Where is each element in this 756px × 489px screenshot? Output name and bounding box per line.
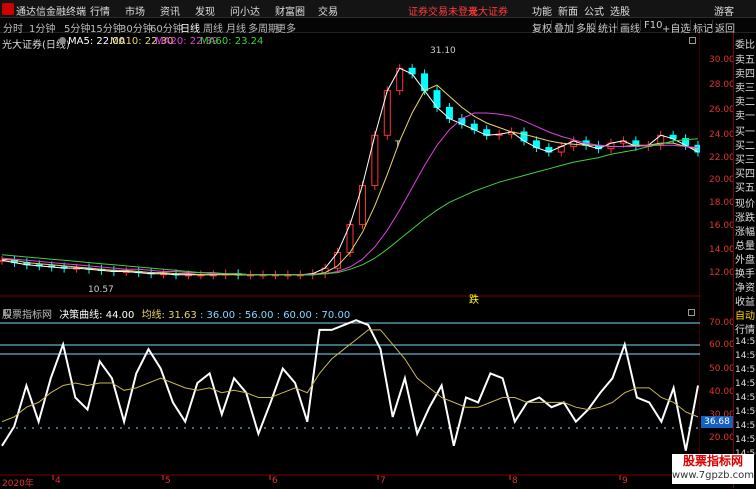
site-watermark: 股票指标网 www.7gpzb.com bbox=[672, 454, 754, 484]
y-tick-label: 24.00 bbox=[709, 130, 735, 140]
panel-label: 买二 bbox=[735, 141, 755, 152]
menu-market[interactable]: 市场 bbox=[125, 3, 145, 18]
panel-label: 净资 bbox=[735, 283, 755, 294]
toolbar-divider bbox=[640, 20, 641, 31]
maximize-icon[interactable] bbox=[689, 37, 696, 44]
ind-y-tick: 70.00 bbox=[709, 318, 735, 328]
back-button[interactable]: 返回 bbox=[715, 20, 735, 35]
period-toolbar: 分时 1分钟 5分钟 15分钟 30分钟 60分钟 日线 周线 月线 多周期 更… bbox=[0, 18, 756, 35]
tick-time: 14:50 bbox=[735, 337, 756, 347]
menu-formula[interactable]: 公式 bbox=[584, 3, 604, 18]
toolbar-divider bbox=[573, 20, 574, 31]
tick-time: 14:50 bbox=[735, 379, 756, 389]
tick-time: 14:50 bbox=[735, 351, 756, 361]
ind-y-tick: 20.00 bbox=[709, 433, 735, 443]
y-tick-label: 22.00 bbox=[709, 153, 735, 163]
chart-settings-icon[interactable] bbox=[59, 37, 66, 44]
menu-new-panel[interactable]: 新面 bbox=[558, 3, 578, 18]
watermark-url: www.7gpzb.com bbox=[672, 470, 754, 481]
menu-stock-picker[interactable]: 选股 bbox=[610, 3, 630, 18]
menu-trade[interactable]: 交易 bbox=[318, 3, 338, 18]
menu-guest[interactable]: 游客 bbox=[714, 3, 734, 18]
panel-label[interactable]: 自动 bbox=[735, 307, 755, 322]
menu-bar: 通达信金融终端 行情 市场 资讯 发现 问小达 财富圈 交易 证券交易未登录 光… bbox=[0, 0, 756, 18]
x-tick-label: 9 bbox=[622, 476, 628, 486]
panel-label: 收益 bbox=[735, 297, 755, 308]
ind-y-tick: 50.00 bbox=[709, 364, 735, 374]
y-tick-label: 26.00 bbox=[709, 105, 735, 115]
menu-ask[interactable]: 问小达 bbox=[230, 3, 260, 18]
panel-label: 卖四 bbox=[735, 69, 755, 80]
fall-signal-label: 跌 bbox=[469, 295, 479, 306]
panel-label: 买三 bbox=[735, 155, 755, 166]
panel-label: 总量 bbox=[735, 241, 755, 252]
panel-label: 卖二 bbox=[735, 97, 755, 108]
toolbar-divider bbox=[617, 20, 618, 31]
tick-time: 14:50 bbox=[735, 435, 756, 445]
y-tick-label: 28.00 bbox=[709, 80, 735, 90]
series-line-决策曲线 bbox=[1, 319, 699, 451]
indicator-name: 决策曲线: 44.00 bbox=[59, 310, 135, 321]
y-tick-label: 16.00 bbox=[709, 221, 735, 231]
menu-news[interactable]: 资讯 bbox=[160, 3, 180, 18]
x-tick-label: 6 bbox=[272, 476, 278, 486]
broker-name[interactable]: 光大证券 bbox=[468, 3, 508, 18]
toolbar-divider bbox=[712, 20, 713, 31]
y-tick-label: 30.00 bbox=[709, 55, 735, 65]
panel-label: 卖一 bbox=[735, 111, 755, 122]
indicator-avg: 均线: 31.63 bbox=[141, 310, 197, 321]
low-price-label: 10.57 bbox=[88, 285, 114, 295]
menu-function[interactable]: 功能 bbox=[532, 3, 552, 18]
ind-y-tick: 40.00 bbox=[709, 387, 735, 397]
tick-time: 14:50 bbox=[735, 407, 756, 417]
app-title: 通达信金融终端 bbox=[16, 7, 86, 18]
quote-panel: 委比 卖五 卖四 卖三 卖二 卖一 买一 买二 买三 买四 买五 现价 涨跌 涨… bbox=[733, 33, 756, 488]
panel-label: 买五 bbox=[735, 183, 755, 194]
toolbar-divider bbox=[595, 20, 596, 31]
indicator-levels: : 36.00 : 56.00 : 60.00 : 70.00 bbox=[199, 310, 351, 321]
x-tick-label: 4 bbox=[55, 476, 61, 486]
f10-button[interactable]: F10 bbox=[644, 20, 662, 31]
high-price-label: 31.10 bbox=[430, 46, 456, 56]
menu-discover[interactable]: 发现 bbox=[195, 3, 215, 18]
panel-label: 委比 bbox=[735, 40, 755, 51]
panel-label: 外盘 bbox=[735, 255, 755, 266]
x-tick-label: 7 bbox=[380, 476, 386, 486]
panel-label: 卖五 bbox=[735, 55, 755, 66]
y-tick-label: 18.00 bbox=[709, 198, 735, 208]
app-logo-icon bbox=[2, 3, 14, 15]
menu-quotes[interactable]: 行情 bbox=[90, 3, 110, 18]
y-tick-label: 14.00 bbox=[709, 245, 735, 255]
x-tick-label: 8 bbox=[512, 476, 518, 486]
t-marker: T bbox=[395, 140, 401, 150]
watermark-title: 股票指标网 bbox=[682, 454, 743, 468]
tick-time: 14:50 bbox=[735, 365, 756, 375]
tick-time: 14:50 bbox=[735, 393, 756, 403]
panel-label: 涨跌 bbox=[735, 213, 755, 224]
panel-label[interactable]: 行情 bbox=[735, 321, 755, 336]
y-tick-label: 20.00 bbox=[709, 175, 735, 185]
toolbar-divider bbox=[551, 20, 552, 31]
stock-chart[interactable] bbox=[0, 33, 700, 488]
ind-y-tick: 60.00 bbox=[709, 340, 735, 350]
indicator-menu-icon[interactable] bbox=[4, 309, 11, 316]
panel-label: 涨幅 bbox=[735, 227, 755, 238]
indicator-header: 股票指标网 决策曲线: 44.00 均线: 31.63 : 36.00 : 56… bbox=[2, 306, 350, 321]
panel-label: 卖三 bbox=[735, 83, 755, 94]
panel-label: 换手 bbox=[735, 269, 755, 280]
tick-time: 14:50 bbox=[735, 421, 756, 431]
panel-label: 买四 bbox=[735, 169, 755, 180]
indicator-current-value: 36.68 bbox=[701, 416, 733, 428]
x-tick-label: 2020年 bbox=[2, 479, 34, 489]
toolbar-divider bbox=[690, 20, 691, 31]
x-tick-label: 5 bbox=[165, 476, 171, 486]
maximize-icon[interactable] bbox=[688, 309, 695, 316]
panel-label: 现价 bbox=[735, 199, 755, 210]
ma60-label: MA60: 23.24 bbox=[200, 36, 264, 47]
y-tick-label: 12.00 bbox=[709, 268, 735, 278]
series-line-均线 bbox=[1, 329, 699, 423]
menu-wealth[interactable]: 财富圈 bbox=[275, 3, 305, 18]
panel-label: 买一 bbox=[735, 127, 755, 138]
